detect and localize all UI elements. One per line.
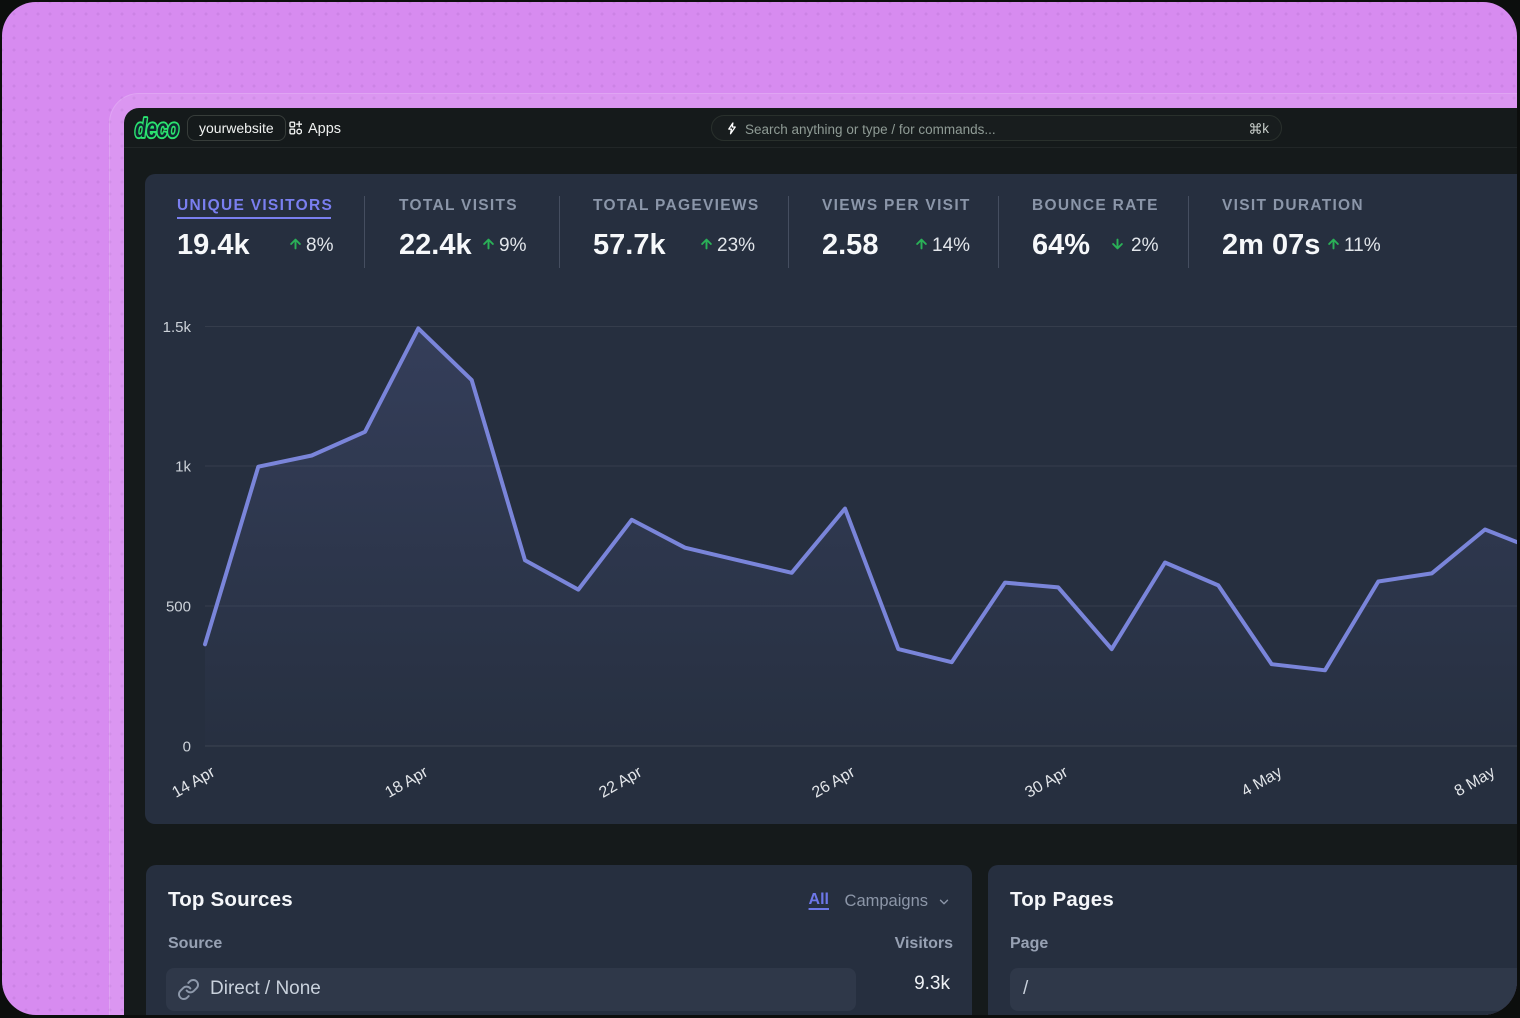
svg-text:0: 0 xyxy=(183,739,191,756)
svg-text:deco: deco xyxy=(135,113,179,143)
svg-text:18 Apr: 18 Apr xyxy=(382,763,431,801)
svg-text:22 Apr: 22 Apr xyxy=(596,763,645,801)
svg-text:8 May: 8 May xyxy=(1452,764,1498,801)
svg-text:26 Apr: 26 Apr xyxy=(809,763,858,801)
svg-text:4 May: 4 May xyxy=(1239,764,1285,801)
svg-text:14 Apr: 14 Apr xyxy=(169,763,218,801)
svg-text:500: 500 xyxy=(166,599,191,616)
svg-text:1k: 1k xyxy=(175,459,191,476)
svg-text:1.5k: 1.5k xyxy=(163,319,192,336)
svg-text:30 Apr: 30 Apr xyxy=(1022,763,1071,801)
